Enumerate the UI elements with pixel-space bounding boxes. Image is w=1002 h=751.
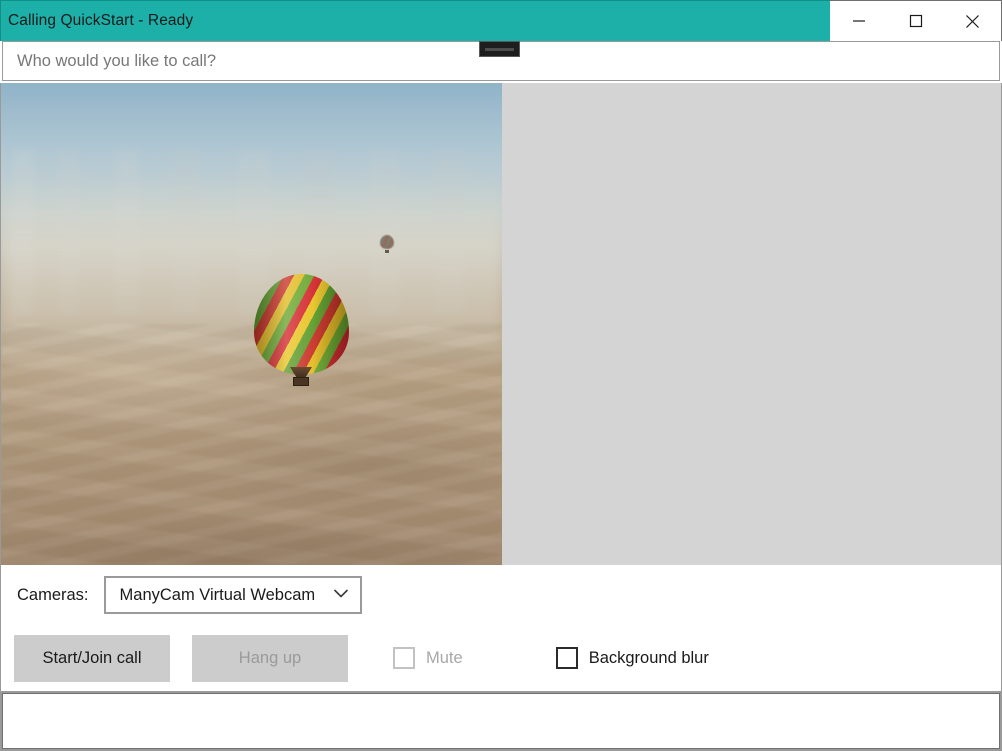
action-row: Start/Join call Hang up Mute Background … <box>0 625 1002 691</box>
mute-label: Mute <box>426 649 463 668</box>
balloon-basket-distant <box>385 250 389 253</box>
background-blur-label: Background blur <box>589 649 709 668</box>
status-bar-wrapper <box>0 691 1002 751</box>
callee-input-placeholder: Who would you like to call? <box>17 52 216 71</box>
background-blur-checkbox-group[interactable]: Background blur <box>556 647 709 669</box>
mute-checkbox <box>393 647 415 669</box>
cameras-label: Cameras: <box>17 586 89 605</box>
minimize-icon <box>852 14 866 28</box>
text-cursor-artifact <box>479 41 520 57</box>
close-button[interactable] <box>947 1 999 41</box>
window-controls <box>830 0 1002 41</box>
title-bar-drag-region[interactable]: Calling QuickStart - Ready <box>0 0 830 41</box>
mute-checkbox-group: Mute <box>393 647 463 669</box>
balloon-basket <box>293 377 309 386</box>
start-join-call-button[interactable]: Start/Join call <box>14 635 170 682</box>
remote-video-panel[interactable] <box>502 83 1001 565</box>
local-video-preview[interactable]: manycam <box>1 83 502 565</box>
background-blur-checkbox[interactable] <box>556 647 578 669</box>
status-bar[interactable] <box>2 693 1000 749</box>
maximize-button[interactable] <box>890 1 942 41</box>
close-icon <box>965 14 980 29</box>
hot-air-balloon-distant <box>380 235 394 253</box>
window-title: Calling QuickStart - Ready <box>1 12 193 30</box>
camera-select[interactable]: ManyCam Virtual Webcam <box>104 576 362 614</box>
camera-row: Cameras: ManyCam Virtual Webcam <box>0 565 1002 625</box>
hang-up-button: Hang up <box>192 635 348 682</box>
app-window: Calling QuickStart - Ready <box>0 0 1002 751</box>
chevron-down-icon <box>333 586 349 604</box>
video-scene-dunes <box>1 324 502 565</box>
video-stage: manycam <box>0 83 1002 565</box>
hot-air-balloon-main <box>254 274 349 386</box>
minimize-button[interactable] <box>833 1 885 41</box>
balloon-envelope-distant <box>380 235 394 249</box>
maximize-icon <box>909 14 923 28</box>
title-bar: Calling QuickStart - Ready <box>0 0 1002 41</box>
camera-select-value: ManyCam Virtual Webcam <box>120 586 316 605</box>
balloon-envelope <box>254 274 349 374</box>
